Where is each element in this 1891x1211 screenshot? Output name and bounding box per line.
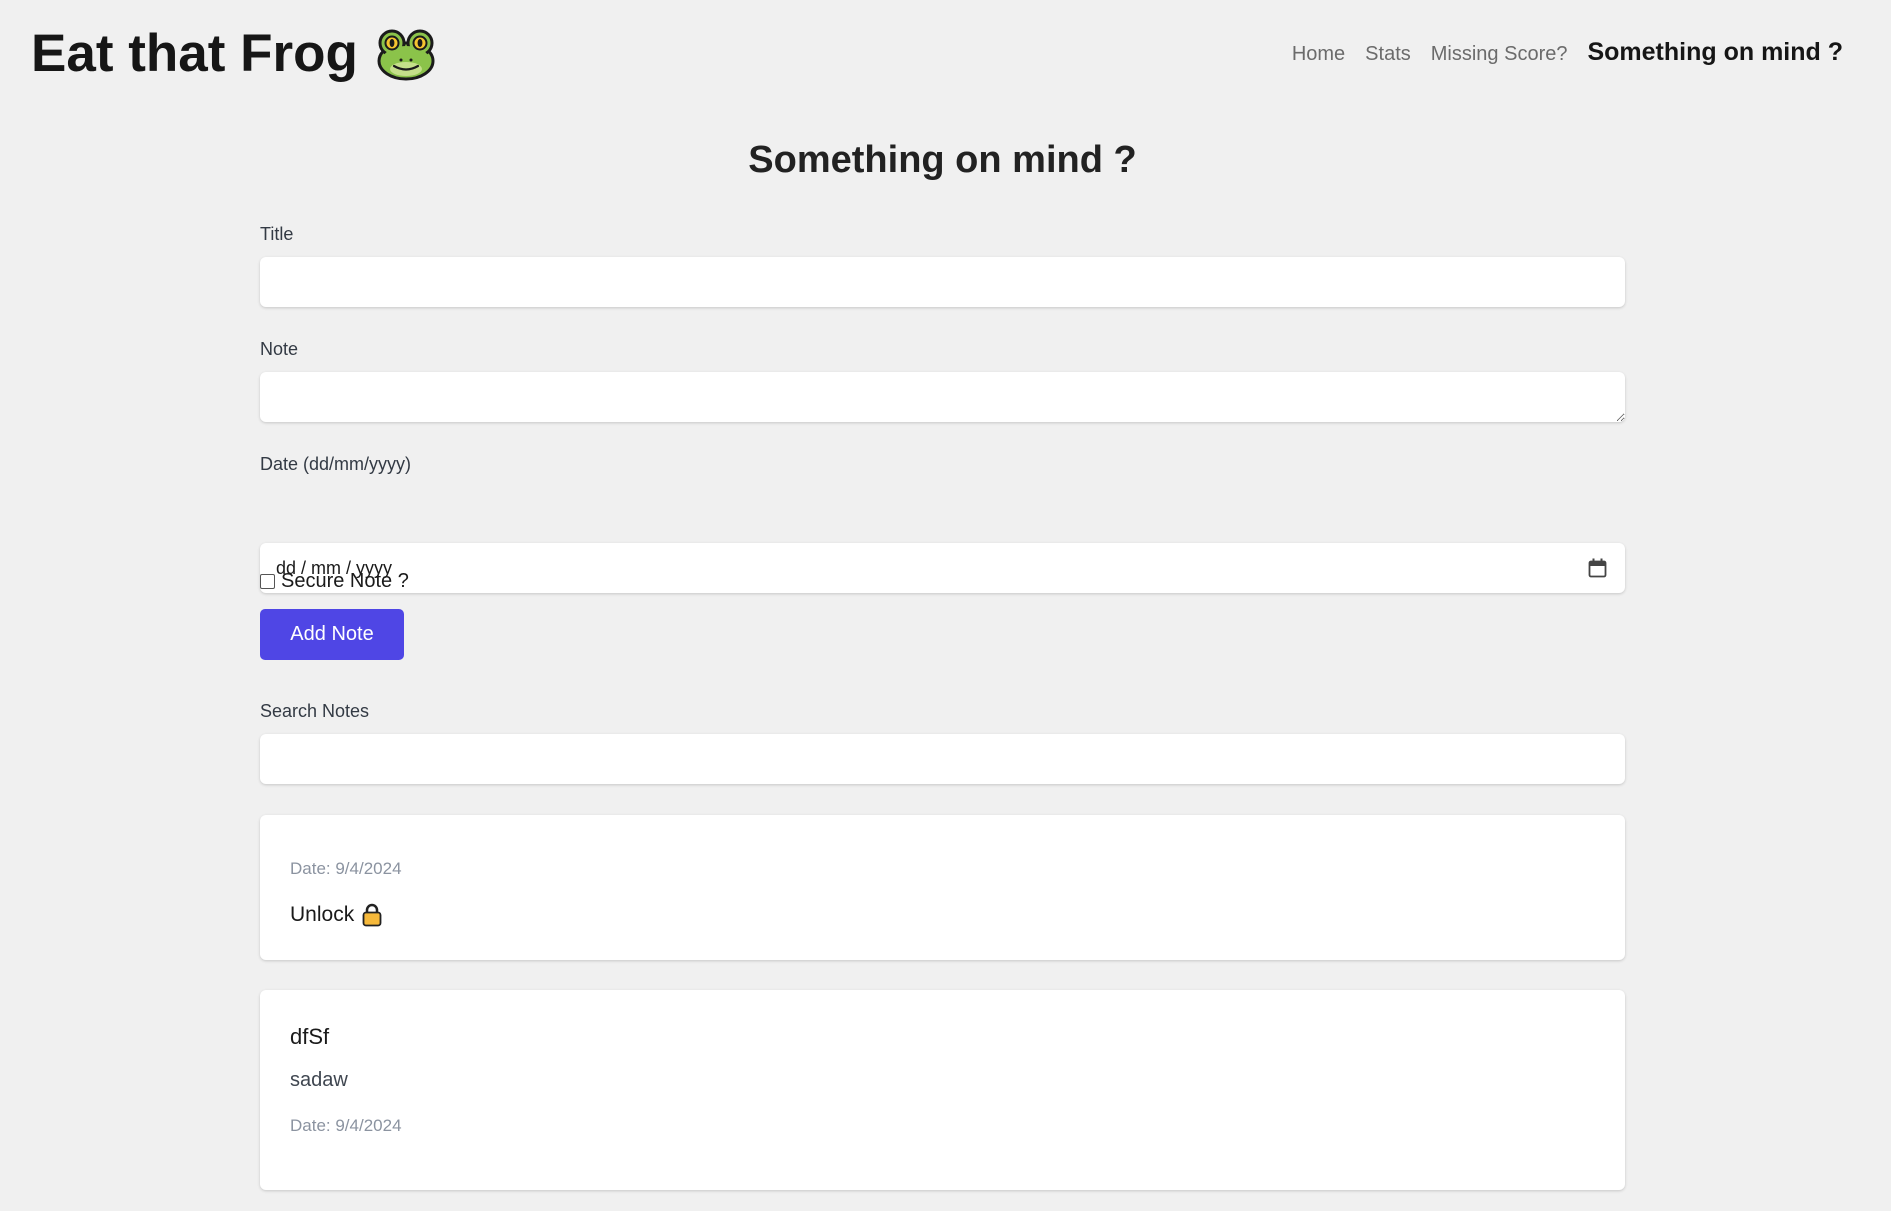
note-date: Date: 9/4/2024 bbox=[290, 859, 402, 878]
title-label: Title bbox=[260, 224, 294, 244]
notes-page: Something on mind ? Title Note Date (dd/… bbox=[260, 132, 1625, 1190]
page-title: Something on mind ? bbox=[748, 139, 1137, 181]
nav-home[interactable]: Home bbox=[1292, 43, 1345, 66]
nav-stats[interactable]: Stats bbox=[1365, 43, 1411, 66]
unlock-button[interactable]: Unlock bbox=[290, 903, 382, 927]
note-body: sadaw bbox=[290, 1069, 348, 1091]
main-nav: Home Stats Missing Score? Something on m… bbox=[1292, 38, 1843, 67]
nav-missing-score[interactable]: Missing Score? bbox=[1431, 43, 1568, 66]
title-input[interactable] bbox=[260, 257, 1625, 307]
note-date: Date: 9/4/2024 bbox=[290, 1116, 402, 1135]
unlock-label: Unlock bbox=[290, 903, 355, 926]
note-card-secure: Date: 9/4/2024 Unlock bbox=[260, 815, 1625, 960]
note-label: Note bbox=[260, 339, 299, 359]
note-card: dfSf sadaw Date: 9/4/2024 bbox=[260, 990, 1625, 1190]
secure-note-row: Secure Note ? bbox=[260, 570, 409, 593]
search-input[interactable] bbox=[260, 734, 1625, 784]
calendar-icon[interactable] bbox=[1588, 558, 1607, 578]
frog-icon bbox=[377, 29, 435, 81]
date-field: dd / mm / yyyy bbox=[260, 543, 1625, 593]
top-bar: Eat that Frog Home Stats Missing Score? … bbox=[0, 0, 1891, 100]
search-label: Search Notes bbox=[260, 701, 370, 721]
lock-icon bbox=[362, 903, 382, 927]
app-brand[interactable]: Eat that Frog bbox=[31, 22, 436, 86]
add-note-button[interactable]: Add Note bbox=[260, 609, 404, 660]
date-label: Date (dd/mm/yyyy) bbox=[260, 454, 412, 474]
secure-note-checkbox[interactable] bbox=[260, 574, 275, 589]
secure-note-label: Secure Note ? bbox=[281, 570, 409, 592]
note-textarea[interactable] bbox=[260, 372, 1625, 422]
app-title: Eat that Frog bbox=[31, 24, 358, 83]
nav-something-on-mind[interactable]: Something on mind ? bbox=[1587, 38, 1843, 67]
note-title: dfSf bbox=[290, 1024, 330, 1049]
date-input[interactable] bbox=[260, 543, 1625, 593]
